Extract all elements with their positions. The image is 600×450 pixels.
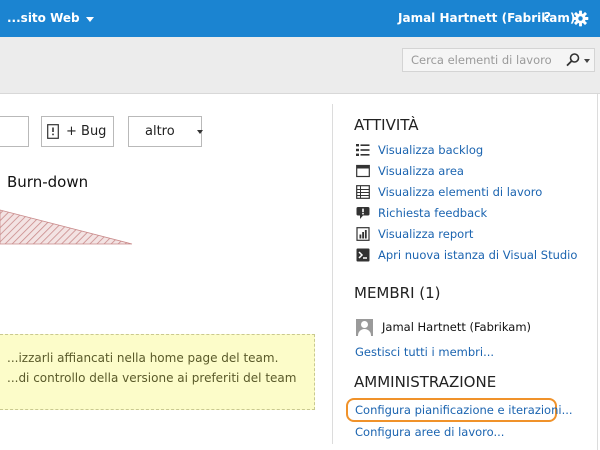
gear-icon[interactable] xyxy=(572,10,589,27)
tip-notice: ...izzarli affiancati nella home page de… xyxy=(0,334,315,410)
right-border xyxy=(597,94,598,450)
column-divider xyxy=(332,104,333,444)
project-selector[interactable]: ...sito Web xyxy=(7,11,94,25)
chevron-down-icon xyxy=(85,16,94,22)
new-item-button[interactable] xyxy=(0,116,29,147)
search-icon[interactable] xyxy=(565,52,581,68)
activity-label: Visualizza elementi di lavoro xyxy=(378,185,543,199)
activity-view-work-items[interactable]: Visualizza elementi di lavoro xyxy=(356,184,542,200)
search-options-chevron-icon[interactable] xyxy=(584,59,590,63)
more-label: altro xyxy=(145,124,175,139)
notice-line-2: ...di controllo della versione ai prefer… xyxy=(7,371,297,385)
activity-label: Visualizza area xyxy=(378,164,464,178)
grid-icon xyxy=(356,185,370,199)
member-row[interactable]: Jamal Hartnett (Fabrikam) xyxy=(356,318,531,336)
configure-iterations-link[interactable]: Configura pianificazione e iterazioni... xyxy=(355,403,573,417)
feedback-icon xyxy=(356,207,370,219)
notice-line-1: ...izzarli affiancati nella home page de… xyxy=(7,351,279,365)
activity-label: Visualizza backlog xyxy=(378,143,484,157)
burndown-area xyxy=(0,209,133,245)
avatar xyxy=(356,318,373,336)
activity-view-reports[interactable]: Visualizza report xyxy=(356,226,473,242)
report-icon xyxy=(356,227,370,241)
visual-studio-icon xyxy=(356,248,370,262)
chevron-down-icon xyxy=(196,129,203,134)
activity-label: Visualizza report xyxy=(378,227,474,241)
activity-view-area[interactable]: Visualizza area xyxy=(356,163,464,179)
activity-open-visual-studio[interactable]: Apri nuova istanza di Visual Studio xyxy=(356,247,577,263)
administration-heading: AMMINISTRAZIONE xyxy=(354,373,497,391)
activity-label: Richiesta feedback xyxy=(378,206,488,220)
activity-label: Apri nuova istanza di Visual Studio xyxy=(378,248,578,262)
top-navigation-bar: ...sito Web Jamal Hartnett (Fabrikam) ? xyxy=(0,0,600,37)
member-name: Jamal Hartnett (Fabrikam) xyxy=(382,320,532,334)
configure-areas-link[interactable]: Configura aree di lavoro... xyxy=(355,425,504,439)
new-bug-button[interactable]: + Bug xyxy=(41,116,114,147)
members-heading: MEMBRI (1) xyxy=(354,284,441,302)
activities-heading: ATTIVITÀ xyxy=(354,116,419,134)
search-band xyxy=(0,37,600,94)
work-item-search[interactable] xyxy=(402,48,595,72)
document-icon xyxy=(47,124,59,139)
activity-request-feedback[interactable]: Richiesta feedback xyxy=(356,205,487,221)
window-icon xyxy=(356,164,370,178)
manage-members-link[interactable]: Gestisci tutti i membri... xyxy=(355,345,494,359)
project-label: ...sito Web xyxy=(7,11,80,25)
more-dropdown[interactable]: altro xyxy=(128,116,203,147)
new-bug-label: + Bug xyxy=(66,124,107,139)
burndown-chart[interactable] xyxy=(0,206,135,246)
list-icon xyxy=(356,144,370,156)
activity-view-backlog[interactable]: Visualizza backlog xyxy=(356,142,483,158)
burndown-title: Burn-down xyxy=(7,173,89,191)
help-button[interactable]: ? xyxy=(544,10,551,24)
search-input[interactable] xyxy=(411,52,561,68)
